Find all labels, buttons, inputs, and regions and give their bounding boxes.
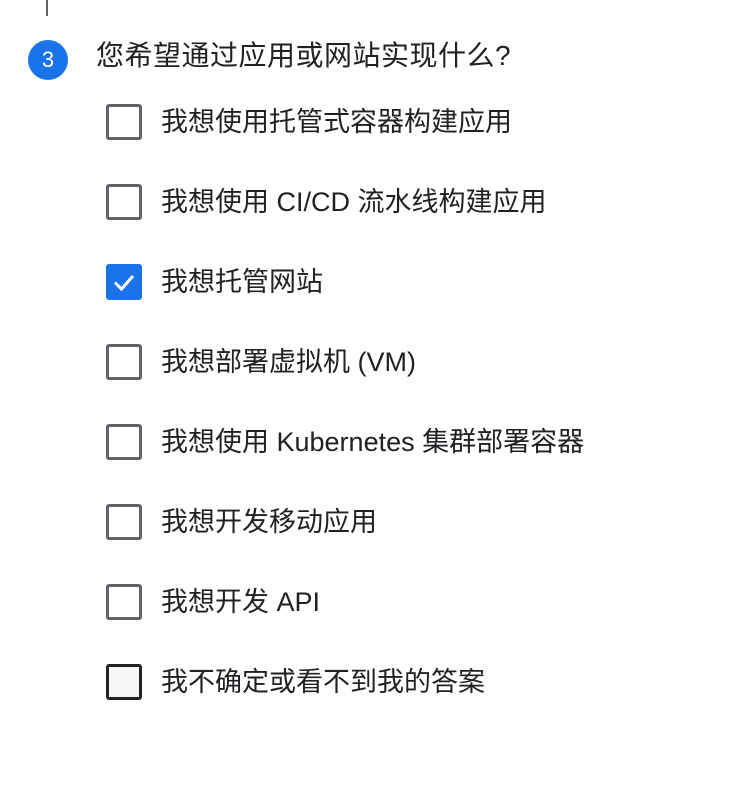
option-label: 我想托管网站	[161, 267, 323, 297]
options-list: 我想使用托管式容器构建应用 我想使用 CI/CD 流水线构建应用 我想托管网站 …	[104, 102, 724, 742]
option-kubernetes-cluster[interactable]: 我想使用 Kubernetes 集群部署容器	[104, 422, 724, 502]
option-host-website[interactable]: 我想托管网站	[104, 262, 724, 342]
option-label: 我想使用 CI/CD 流水线构建应用	[161, 187, 547, 217]
checkbox[interactable]	[106, 584, 142, 620]
step-number-badge: 3	[28, 40, 68, 80]
checkbox[interactable]	[106, 344, 142, 380]
option-label: 我不确定或看不到我的答案	[161, 667, 485, 697]
checkbox[interactable]	[106, 264, 142, 300]
option-label: 我想开发 API	[161, 587, 321, 617]
checkbox[interactable]	[106, 424, 142, 460]
option-not-sure[interactable]: 我不确定或看不到我的答案	[104, 662, 724, 742]
option-deploy-vm[interactable]: 我想部署虚拟机 (VM)	[104, 342, 724, 422]
option-label: 我想使用 Kubernetes 集群部署容器	[161, 427, 585, 457]
option-mobile-app[interactable]: 我想开发移动应用	[104, 502, 724, 582]
checkbox[interactable]	[106, 504, 142, 540]
option-managed-containers[interactable]: 我想使用托管式容器构建应用	[104, 102, 724, 182]
checkbox[interactable]	[106, 664, 142, 700]
option-label: 我想部署虚拟机 (VM)	[161, 347, 416, 377]
option-label: 我想开发移动应用	[161, 507, 377, 537]
option-cicd-pipeline[interactable]: 我想使用 CI/CD 流水线构建应用	[104, 182, 724, 262]
checkmark-icon	[113, 275, 135, 292]
option-develop-api[interactable]: 我想开发 API	[104, 582, 724, 662]
step-connector-line	[46, 0, 48, 16]
checkbox[interactable]	[106, 104, 142, 140]
question-title: 您希望通过应用或网站实现什么?	[96, 40, 512, 71]
option-label: 我想使用托管式容器构建应用	[161, 107, 512, 137]
checkbox[interactable]	[106, 184, 142, 220]
